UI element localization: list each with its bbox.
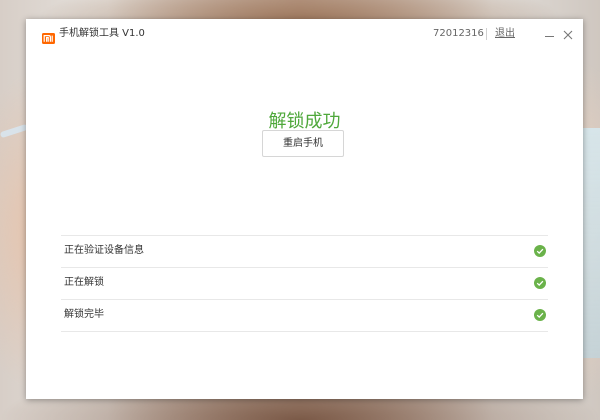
- step-row-verify: 正在验证设备信息: [61, 235, 548, 267]
- close-button[interactable]: [563, 30, 573, 40]
- background-straw: [0, 123, 29, 139]
- mi-logo-icon: [42, 29, 55, 44]
- check-circle-icon: [534, 245, 546, 257]
- step-label: 解锁完毕: [64, 309, 104, 320]
- app-window: 手机解锁工具 V1.0 72012316 退出 解锁成功 重启手机 正在验证设备…: [26, 19, 583, 399]
- background-glass: [580, 128, 600, 358]
- reboot-phone-button[interactable]: 重启手机: [262, 130, 344, 157]
- logout-link[interactable]: 退出: [495, 28, 515, 40]
- check-circle-icon: [534, 277, 546, 289]
- minimize-icon: [545, 36, 554, 37]
- unlock-steps-list: 正在验证设备信息 正在解锁 解锁完毕: [61, 235, 548, 332]
- title-bar: 手机解锁工具 V1.0 72012316 退出: [26, 19, 583, 49]
- step-label: 正在解锁: [64, 277, 104, 288]
- step-label: 正在验证设备信息: [64, 245, 144, 256]
- app-title: 手机解锁工具 V1.0: [59, 28, 145, 39]
- step-row-complete: 解锁完毕: [61, 299, 548, 332]
- account-id: 72012316: [433, 28, 484, 39]
- minimize-button[interactable]: [545, 33, 555, 41]
- check-circle-icon: [534, 309, 546, 321]
- step-row-unlocking: 正在解锁: [61, 267, 548, 299]
- close-icon: [563, 30, 573, 40]
- title-divider: [486, 28, 487, 40]
